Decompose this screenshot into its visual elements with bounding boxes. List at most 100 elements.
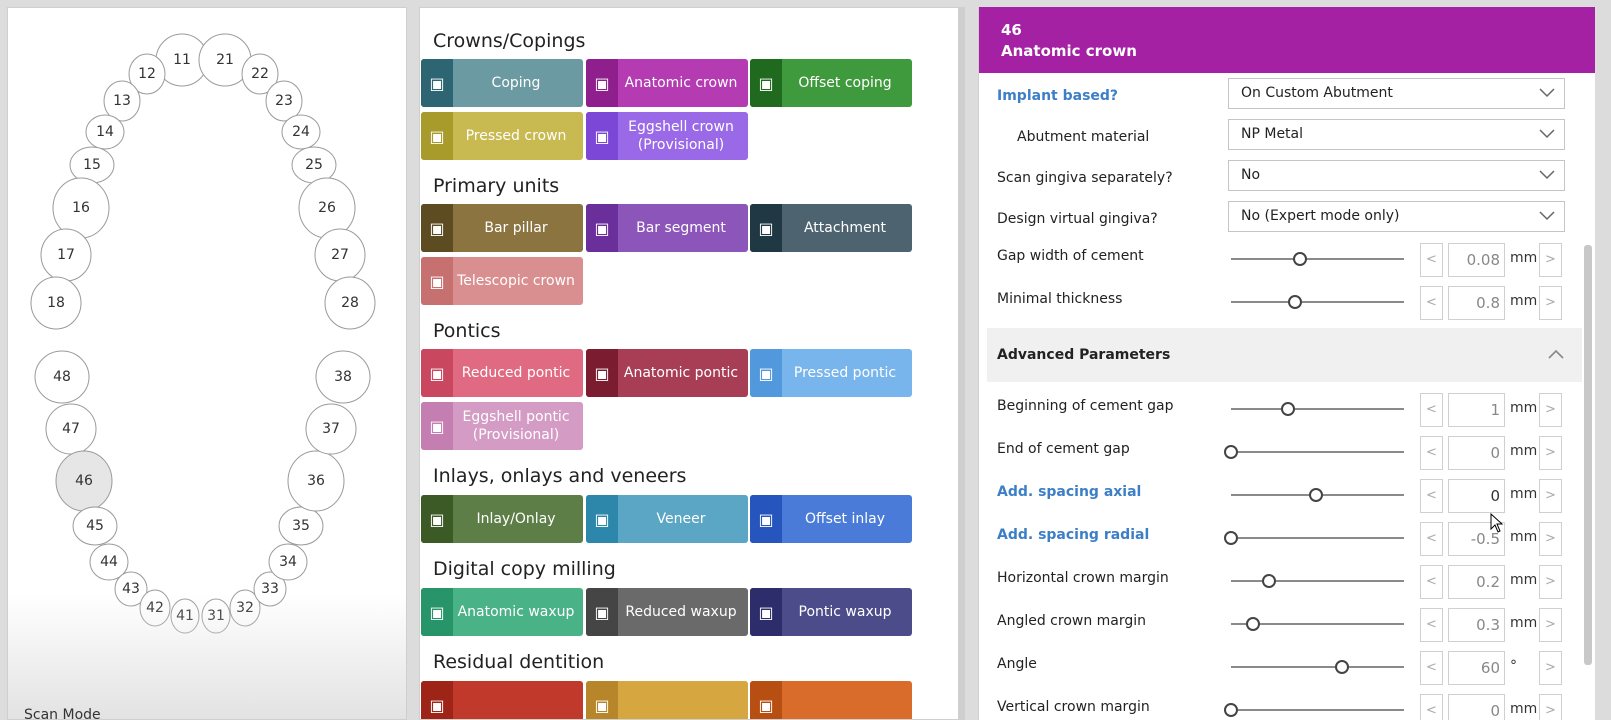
slider-handle[interactable] (1288, 295, 1302, 309)
inlay-onlay-button[interactable]: ▣ Inlay/Onlay (421, 495, 583, 543)
value-input[interactable]: 0.2 (1448, 565, 1505, 599)
tooth-26[interactable]: 26 (298, 177, 356, 239)
slider-handle[interactable] (1224, 445, 1238, 459)
value-input[interactable]: 1 (1448, 393, 1505, 427)
tooth-48[interactable]: 48 (34, 350, 90, 404)
tooth-47[interactable]: 47 (45, 403, 97, 455)
telescopic-crown-button[interactable]: ▣ Telescopic crown (421, 257, 583, 305)
value-input[interactable]: 0.3 (1448, 608, 1505, 642)
increment-button[interactable]: > (1539, 436, 1562, 470)
scan-mode-label[interactable]: Scan Mode (24, 707, 101, 720)
decrement-button[interactable]: < (1420, 243, 1443, 277)
increment-button[interactable]: > (1539, 651, 1562, 685)
value-input[interactable]: 0 (1448, 436, 1505, 470)
slider-track[interactable] (1231, 580, 1404, 582)
value-input[interactable]: 0 (1448, 694, 1505, 720)
offset-coping-button[interactable]: ▣ Offset coping (750, 59, 912, 107)
decrement-button[interactable]: < (1420, 436, 1443, 470)
tooth-42[interactable]: 42 (139, 589, 171, 627)
increment-button[interactable]: > (1539, 694, 1562, 720)
slider-track[interactable] (1231, 709, 1404, 711)
residual-type-button[interactable]: ▣ (750, 681, 912, 719)
slider-track[interactable] (1231, 537, 1404, 539)
scan-gingiva-separately-select[interactable]: No (1228, 160, 1565, 191)
attachment-button[interactable]: ▣ Attachment (750, 204, 912, 252)
increment-button[interactable]: > (1539, 393, 1562, 427)
tooth-24[interactable]: 24 (281, 114, 321, 150)
slider-handle[interactable] (1224, 703, 1238, 717)
reduced-pontic-button[interactable]: ▣ Reduced pontic (421, 349, 583, 397)
slider-handle[interactable] (1281, 402, 1296, 416)
slider-track[interactable] (1231, 451, 1404, 453)
decrement-button[interactable]: < (1420, 651, 1443, 685)
residual-type-button[interactable]: ▣ (586, 681, 748, 719)
decrement-button[interactable]: < (1420, 286, 1443, 320)
tooth-27[interactable]: 27 (314, 228, 366, 282)
slider-handle[interactable] (1262, 574, 1277, 588)
decrement-button[interactable]: < (1420, 694, 1443, 720)
tooth-37[interactable]: 37 (305, 403, 357, 455)
advanced-parameters-header[interactable]: Advanced Parameters (987, 328, 1582, 382)
increment-button[interactable]: > (1539, 608, 1562, 642)
increment-button[interactable]: > (1539, 243, 1562, 277)
tooth-36[interactable]: 36 (287, 450, 345, 512)
slider-handle[interactable] (1334, 660, 1349, 674)
slider-track[interactable] (1231, 258, 1404, 260)
anatomic-crown-button[interactable]: ▣ Anatomic crown (586, 59, 748, 107)
slider-handle[interactable] (1224, 531, 1238, 545)
bar-pillar-button[interactable]: ▣ Bar pillar (421, 204, 583, 252)
offset-inlay-button[interactable]: ▣ Offset inlay (750, 495, 912, 543)
tooth-18[interactable]: 18 (30, 276, 82, 330)
decrement-button[interactable]: < (1420, 522, 1443, 556)
decrement-button[interactable]: < (1420, 393, 1443, 427)
decrement-button[interactable]: < (1420, 608, 1443, 642)
eggshell-pontic-provisional--button[interactable]: ▣ Eggshell pontic (Provisional) (421, 402, 583, 450)
reduced-waxup-button[interactable]: ▣ Reduced waxup (586, 588, 748, 636)
slider-track[interactable] (1231, 666, 1404, 668)
bar-segment-button[interactable]: ▣ Bar segment (586, 204, 748, 252)
tooth-28[interactable]: 28 (324, 276, 376, 330)
tooth-17[interactable]: 17 (40, 228, 92, 282)
parameters-scrollbar[interactable] (1584, 245, 1592, 665)
slider-handle[interactable] (1246, 617, 1261, 631)
anatomic-pontic-button[interactable]: ▣ Anatomic pontic (586, 349, 748, 397)
unit-label: mm (1510, 293, 1538, 309)
eggshell-crown-provisional--button[interactable]: ▣ Eggshell crown (Provisional) (586, 112, 748, 160)
tooth-41[interactable]: 41 (170, 598, 200, 634)
increment-button[interactable]: > (1539, 565, 1562, 599)
veneer-button[interactable]: ▣ Veneer (586, 495, 748, 543)
increment-button[interactable]: > (1539, 286, 1562, 320)
types-scrollbar[interactable] (958, 7, 965, 720)
tooth-46[interactable]: 46 (55, 450, 113, 512)
design-virtual-gingiva-select[interactable]: No (Expert mode only) (1228, 201, 1565, 232)
value-input[interactable]: 60 (1448, 651, 1505, 685)
coping-button[interactable]: ▣ Coping (421, 59, 583, 107)
slider-track[interactable] (1231, 408, 1404, 410)
tooth-15[interactable]: 15 (69, 146, 115, 184)
anatomic-waxup-button[interactable]: ▣ Anatomic waxup (421, 588, 583, 636)
tooth-14[interactable]: 14 (85, 114, 125, 150)
tooth-35[interactable]: 35 (278, 506, 324, 546)
tooth-34[interactable]: 34 (268, 543, 308, 581)
value-input[interactable]: 0.8 (1448, 286, 1505, 320)
residual-type-button[interactable]: ▣ (421, 681, 583, 719)
pressed-crown-button[interactable]: ▣ Pressed crown (421, 112, 583, 160)
chevron-up-icon[interactable] (1546, 345, 1566, 365)
tooth-31[interactable]: 31 (201, 598, 231, 634)
increment-button[interactable]: > (1539, 522, 1562, 556)
value-input[interactable]: 0 (1448, 479, 1505, 513)
pontic-waxup-button[interactable]: ▣ Pontic waxup (750, 588, 912, 636)
section-title: Inlays, onlays and veneers (433, 465, 687, 487)
slider-handle[interactable] (1308, 488, 1323, 502)
implant-based-select[interactable]: On Custom Abutment (1228, 78, 1565, 109)
increment-button[interactable]: > (1539, 479, 1562, 513)
value-input[interactable]: 0.08 (1448, 243, 1505, 277)
pressed-pontic-button[interactable]: ▣ Pressed pontic (750, 349, 912, 397)
slider-track[interactable] (1231, 301, 1404, 303)
tooth-45[interactable]: 45 (72, 506, 118, 546)
tooth-38[interactable]: 38 (315, 350, 371, 404)
abutment-materialselect[interactable]: NP Metal (1228, 119, 1565, 150)
decrement-button[interactable]: < (1420, 479, 1443, 513)
slider-handle[interactable] (1293, 252, 1308, 266)
decrement-button[interactable]: < (1420, 565, 1443, 599)
